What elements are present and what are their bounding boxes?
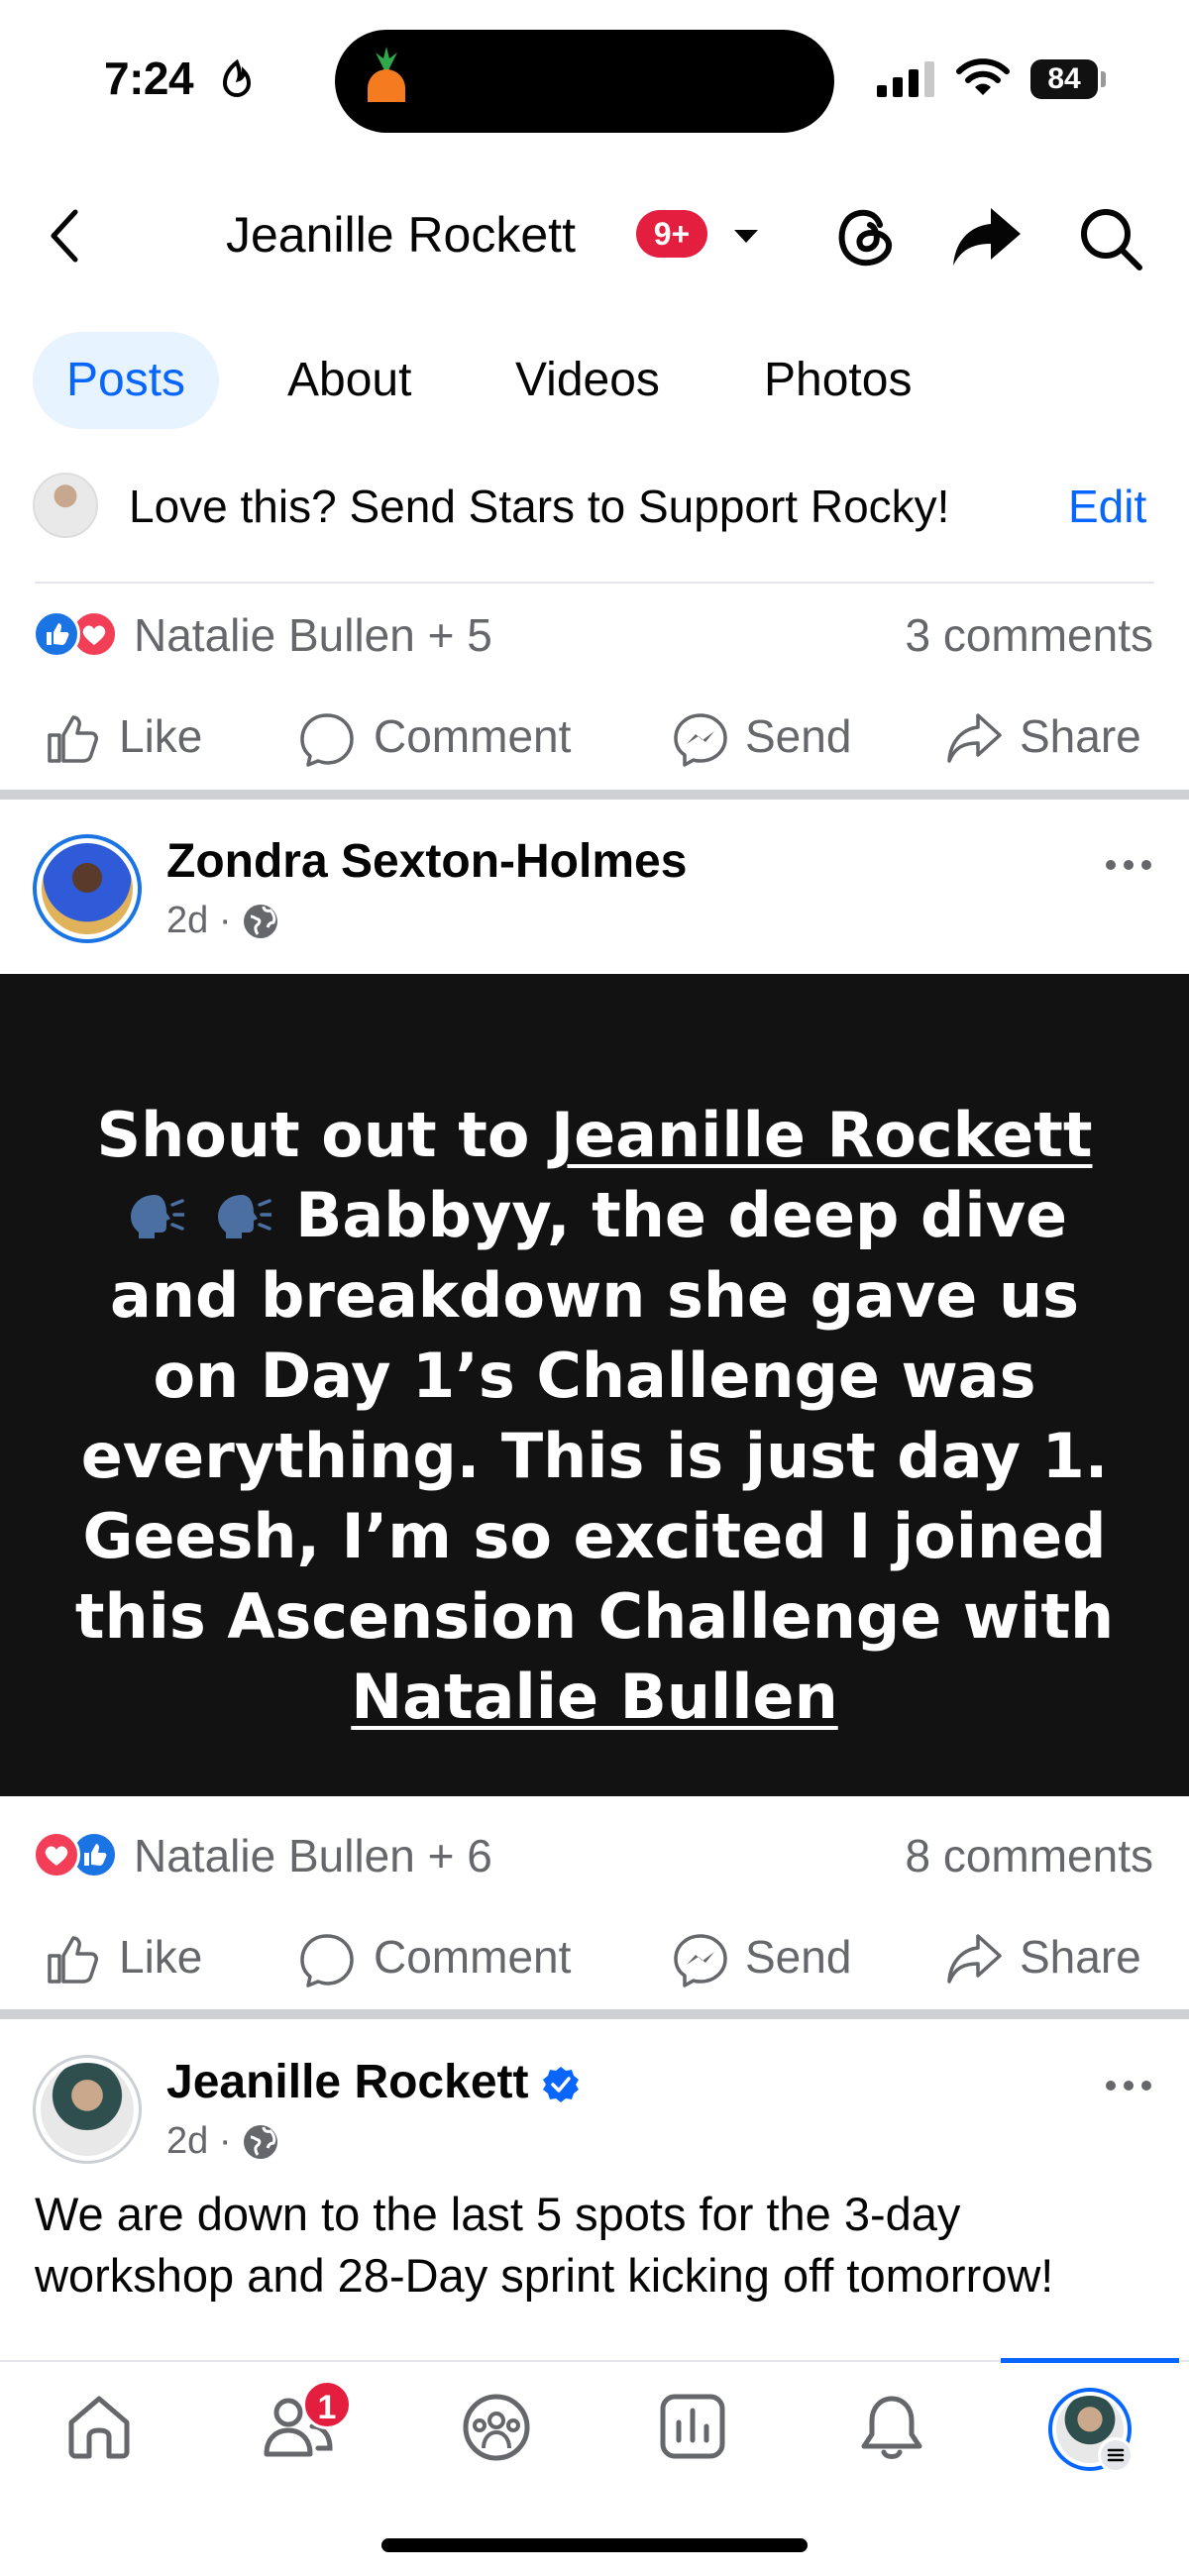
notifications-icon[interactable] [858, 2393, 925, 2467]
threads-icon[interactable] [834, 203, 898, 273]
post-text: We are down to the last 5 spots for the … [35, 2188, 1054, 2302]
avatar[interactable] [33, 473, 98, 538]
send-label: Send [745, 710, 852, 762]
like-reaction-icon [33, 610, 80, 658]
separator-dot: · [218, 900, 243, 941]
like-label: Like [119, 710, 203, 762]
like-button[interactable]: Like [46, 1930, 224, 1989]
action-bar: Like Comment Send Share [0, 1930, 1189, 1989]
tab-posts[interactable]: Posts [33, 332, 220, 429]
reaction-icons[interactable] [33, 610, 122, 660]
reaction-names[interactable]: Natalie Bullen + 5 [134, 608, 492, 662]
post-meta: 2d · [166, 900, 279, 942]
like-icon [48, 1936, 98, 1984]
battery-level: 84 [1030, 59, 1098, 99]
wifi-icon [956, 57, 1010, 102]
comment-label: Comment [374, 710, 572, 762]
search-icon[interactable] [1078, 206, 1143, 276]
post-text-lead: Shout out to [96, 1099, 552, 1171]
tab-photos[interactable]: Photos [730, 332, 945, 429]
avatar[interactable] [33, 834, 142, 943]
tab-about[interactable]: About [254, 332, 445, 429]
comment-button[interactable]: Comment [298, 709, 595, 769]
caret-down-icon[interactable] [731, 228, 761, 251]
status-time: 7:24 [104, 53, 194, 104]
more-options-icon[interactable] [1105, 858, 1152, 876]
reaction-names[interactable]: Natalie Bullen + 6 [134, 1829, 492, 1882]
mention-link[interactable]: Natalie Bullen [351, 1661, 837, 1733]
notification-badge[interactable]: 9+ [636, 210, 707, 258]
comment-label: Comment [374, 1931, 572, 1983]
messenger-icon [674, 1934, 727, 1987]
post-time[interactable]: 2d [166, 2120, 208, 2162]
tab-videos[interactable]: Videos [482, 332, 694, 429]
globe-icon [244, 2125, 278, 2159]
messenger-icon [674, 713, 727, 767]
cellular-signal-icon [877, 61, 938, 102]
post-author[interactable]: Zondra Sexton-Holmes [166, 834, 687, 889]
battery-icon [1101, 71, 1106, 87]
back-icon[interactable] [48, 208, 81, 268]
globe-icon [244, 905, 278, 938]
separator-dot: · [218, 2120, 243, 2162]
love-reaction-icon [33, 1831, 80, 1878]
post-separator [0, 790, 1189, 800]
post-author[interactable]: Jeanille Rockett [166, 2055, 528, 2109]
mention-link[interactable]: Jeanille Rockett [551, 1099, 1092, 1171]
share-outline-icon [947, 1934, 1002, 1984]
speaking-head-icon [209, 1181, 274, 1238]
dashboard-icon[interactable] [659, 2393, 726, 2465]
divider [35, 582, 1154, 584]
send-button[interactable]: Send [672, 1930, 870, 1989]
post-text-body: Babbyy, the deep dive and breakdown she … [74, 1179, 1115, 1653]
share-icon[interactable] [951, 206, 1023, 272]
more-options-icon[interactable] [1105, 2079, 1152, 2096]
home-indicator [381, 2538, 808, 2552]
groups-icon[interactable] [462, 2393, 531, 2467]
active-tab-indicator [1001, 2358, 1179, 2363]
menu-icon[interactable] [1098, 2437, 1134, 2473]
carrot-app-icon [362, 45, 411, 121]
share-button[interactable]: Share [945, 709, 1153, 769]
post-meta: 2d · [166, 2120, 279, 2163]
send-label: Send [745, 1931, 852, 1983]
post-time[interactable]: 2d [166, 900, 208, 941]
avatar[interactable] [33, 2055, 142, 2164]
like-icon [48, 715, 98, 763]
like-button[interactable]: Like [46, 709, 224, 769]
friends-badge: 1 [302, 2380, 352, 2429]
share-label: Share [1020, 710, 1141, 762]
speaking-head-icon [122, 1181, 187, 1238]
edit-link[interactable]: Edit [1068, 480, 1146, 533]
like-label: Like [119, 1931, 203, 1983]
home-icon[interactable] [65, 2393, 133, 2465]
reaction-icons[interactable] [33, 1831, 122, 1880]
send-button[interactable]: Send [672, 709, 870, 769]
share-outline-icon [947, 713, 1002, 763]
post-separator [0, 2009, 1189, 2019]
stars-promo-text: Love this? Send Stars to Support Rocky! [129, 481, 950, 532]
verified-badge-icon [541, 2065, 581, 2109]
post-text: Shout out to Jeanille Rockett Babbyy, th… [69, 1095, 1120, 1737]
comment-button[interactable]: Comment [298, 1930, 595, 1989]
page-title[interactable]: Jeanille Rockett [226, 206, 576, 264]
comment-count[interactable]: 3 comments [905, 608, 1153, 662]
comment-icon [300, 1934, 354, 1987]
action-bar: Like Comment Send Share [0, 709, 1189, 769]
share-label: Share [1020, 1931, 1141, 1983]
comment-icon [300, 713, 354, 767]
share-button[interactable]: Share [945, 1930, 1153, 1989]
do-not-disturb-icon [220, 58, 254, 104]
comment-count[interactable]: 8 comments [905, 1829, 1153, 1882]
